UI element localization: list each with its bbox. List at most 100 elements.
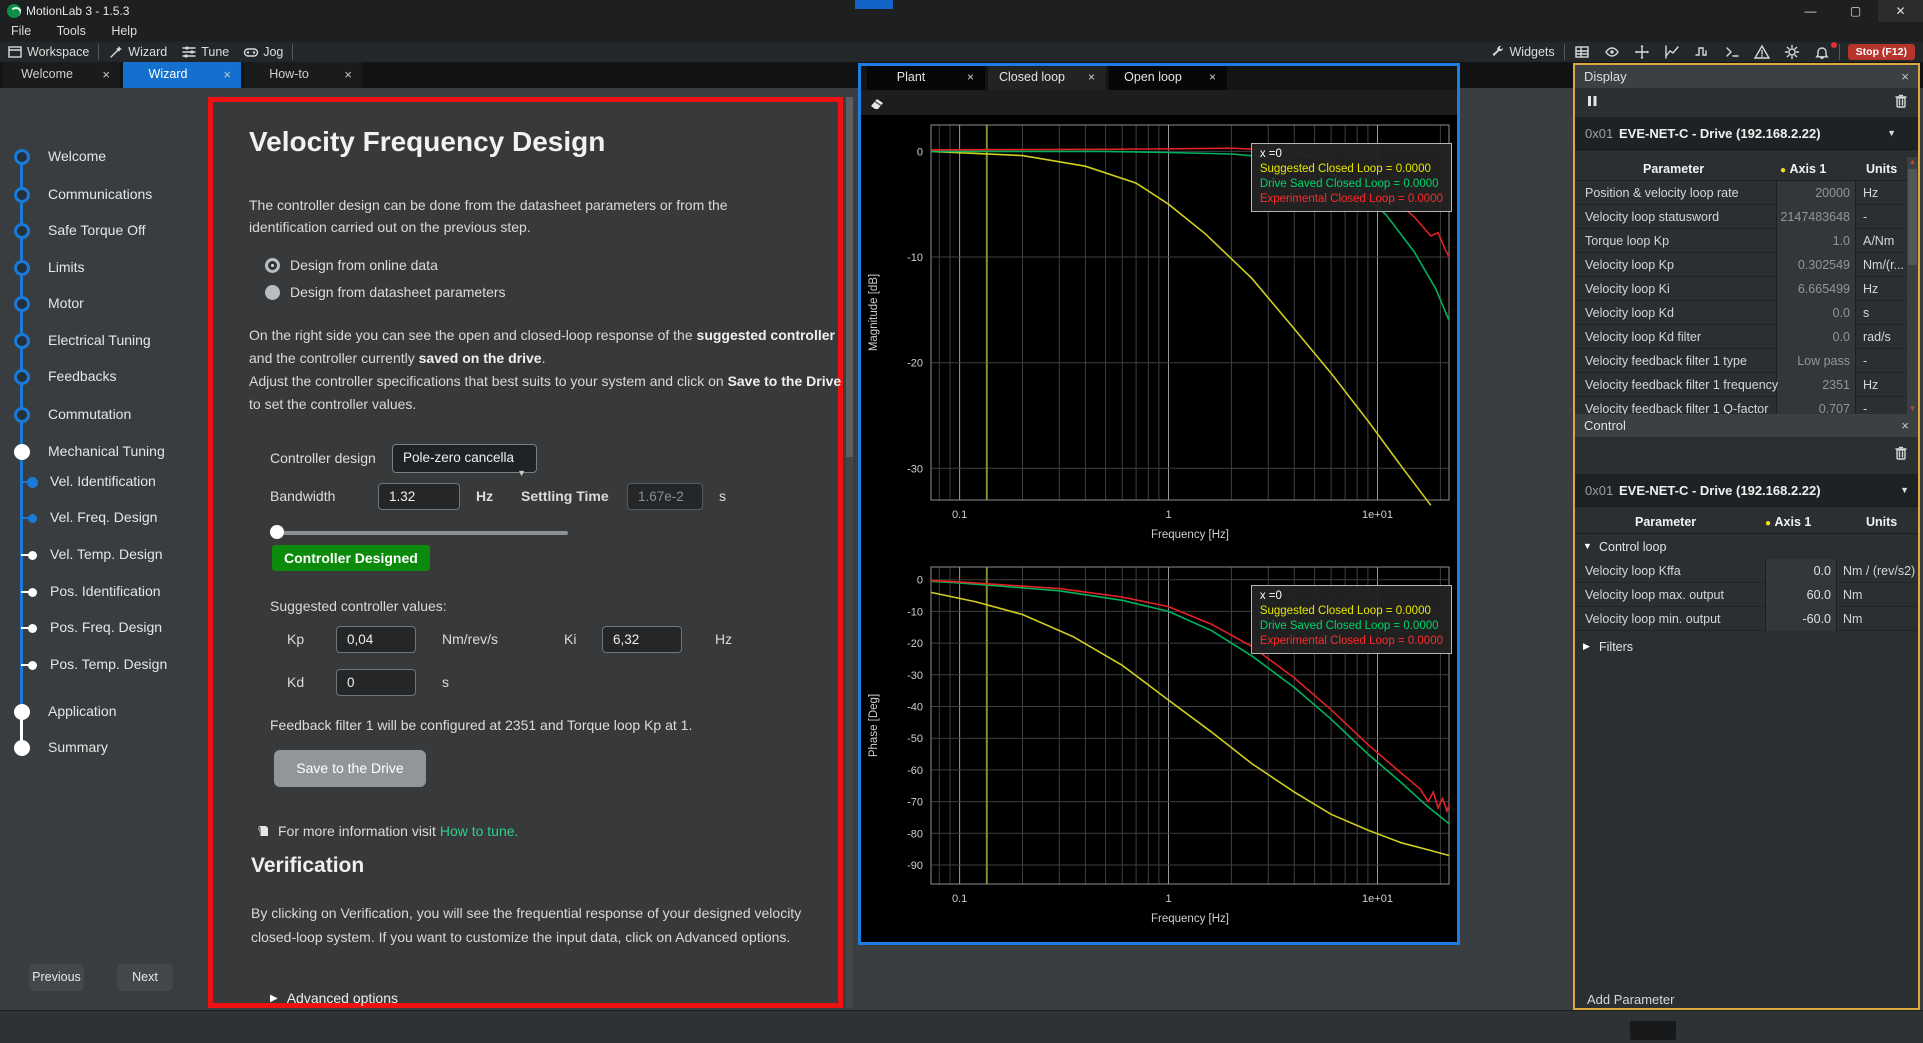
sidebar-item-motor[interactable]: Motor <box>48 295 84 311</box>
jog-icon <box>243 44 259 60</box>
close-button[interactable]: ✕ <box>1878 0 1923 22</box>
sidebar-item-pos-freq-design[interactable]: Pos. Freq. Design <box>50 619 162 635</box>
tab-close-icon[interactable]: × <box>1209 70 1216 84</box>
wave-icon[interactable] <box>1687 42 1717 62</box>
sidebar-item-vel-freq-design[interactable]: Vel. Freq. Design <box>50 509 157 525</box>
sidebar-item-vel-identification[interactable]: Vel. Identification <box>50 473 156 489</box>
sidebar-item-pos-identification[interactable]: Pos. Identification <box>50 583 161 599</box>
gear-icon[interactable] <box>1777 42 1807 62</box>
status-badge: Controller Designed <box>272 545 430 571</box>
page-title: Velocity Frequency Design <box>249 126 605 158</box>
sidebar-item-limits[interactable]: Limits <box>48 259 85 275</box>
slider-thumb[interactable] <box>270 525 284 539</box>
table-row[interactable]: Velocity loop min. output -60.0 Nm <box>1575 607 1918 631</box>
svg-text:-30: -30 <box>907 670 923 682</box>
wizard-button[interactable]: Wizard <box>101 42 174 62</box>
kd-input[interactable]: 0 <box>336 669 416 696</box>
stop-button[interactable]: Stop (F12) <box>1848 44 1915 60</box>
chart-icon[interactable] <box>1657 42 1687 62</box>
tab-close-icon[interactable]: × <box>1088 70 1095 84</box>
info-text: For more information visit <box>278 823 440 839</box>
table-row[interactable]: Velocity loop Kffa 0.0 Nm / (rev/s2) <box>1575 559 1918 583</box>
tab-close-icon[interactable]: × <box>967 70 974 84</box>
svg-text:-10: -10 <box>907 252 923 264</box>
bandwidth-slider[interactable] <box>270 525 568 539</box>
chart-tab-open-loop[interactable]: Open loop× <box>1109 66 1227 90</box>
jog-button[interactable]: Jog <box>236 42 290 62</box>
group-row-control-loop[interactable]: ▼Control loop <box>1575 535 1918 559</box>
step-dot <box>28 661 37 670</box>
motionlab-window: MotionLab 3 - 1.5.3 — ▢ ✕ File Tools Hel… <box>0 0 1923 1043</box>
sidebar-item-feedbacks[interactable]: Feedbacks <box>48 368 116 384</box>
tune-button[interactable]: Tune <box>174 42 236 62</box>
widgets-button[interactable]: Widgets <box>1483 42 1562 62</box>
save-to-drive-button[interactable]: Save to the Drive <box>274 750 426 787</box>
eraser-icon[interactable] <box>869 95 885 111</box>
settling-time-unit: s <box>719 488 726 504</box>
minimize-button[interactable]: — <box>1788 0 1833 22</box>
table-row[interactable]: Velocity loop max. output 60.0 Nm <box>1575 583 1918 607</box>
radio-datasheet[interactable]: Design from datasheet parameters <box>265 284 506 300</box>
how-to-tune-link[interactable]: How to tune. <box>440 823 519 839</box>
move-icon[interactable] <box>1627 42 1657 62</box>
legend-entry: Drive Saved Closed Loop = 0.0000 <box>1260 619 1443 634</box>
sidebar-item-communications[interactable]: Communications <box>48 186 152 202</box>
verification-text: By clicking on Verification, you will se… <box>251 902 826 950</box>
advanced-options-label: Advanced options <box>287 990 398 1006</box>
eye-icon[interactable] <box>1597 42 1627 62</box>
group-row-filters[interactable]: ▶Filters <box>1575 635 1918 659</box>
sidebar-item-summary[interactable]: Summary <box>48 739 108 755</box>
wizard-scrollbar-thumb[interactable] <box>846 97 853 457</box>
maximize-button[interactable]: ▢ <box>1833 0 1878 22</box>
step-dot <box>14 740 30 756</box>
sidebar-item-welcome[interactable]: Welcome <box>48 148 106 164</box>
workspace-button[interactable]: Workspace <box>0 42 96 62</box>
radio-online-data[interactable]: Design from online data <box>265 257 438 273</box>
kd-unit: s <box>442 674 449 690</box>
chart-tab-closed-loop[interactable]: Closed loop× <box>988 66 1106 90</box>
settling-time-input[interactable]: 1.67e-2 <box>627 483 703 510</box>
sidebar-item-safe-torque-off[interactable]: Safe Torque Off <box>48 222 146 238</box>
warning-icon[interactable] <box>1747 42 1777 62</box>
kp-input[interactable]: 0,04 <box>336 626 416 653</box>
step-dot <box>14 407 30 423</box>
wizard-scrollbar[interactable] <box>846 97 853 1008</box>
menu-file[interactable]: File <box>0 22 42 40</box>
bandwidth-input[interactable]: 1.32 <box>378 483 460 510</box>
tab-welcome[interactable]: Welcome× <box>2 62 120 88</box>
tab-close-icon[interactable]: × <box>344 67 352 82</box>
tab-close-icon[interactable]: × <box>223 67 231 82</box>
param-units: Nm <box>1843 588 1862 602</box>
terminal-icon[interactable] <box>1717 42 1747 62</box>
bandwidth-label: Bandwidth <box>270 488 335 504</box>
next-button[interactable]: Next <box>117 964 173 991</box>
sidebar-item-pos-temp-design[interactable]: Pos. Temp. Design <box>50 656 167 672</box>
svg-text:-10: -10 <box>907 606 923 618</box>
svg-text:Phase [Deg]: Phase [Deg] <box>868 694 880 757</box>
sidebar-item-vel-temp-design[interactable]: Vel. Temp. Design <box>50 546 163 562</box>
svg-text:1: 1 <box>1165 893 1171 905</box>
controller-design-label: Controller design <box>270 450 376 466</box>
controller-design-dropdown[interactable]: Pole-zero cancella ▼ <box>392 444 537 473</box>
table-icon[interactable] <box>1567 42 1597 62</box>
chart-tab-plant[interactable]: Plant× <box>867 66 985 90</box>
menu-help[interactable]: Help <box>100 22 148 40</box>
advanced-options-toggle[interactable]: ▶ Advanced options <box>270 990 398 1006</box>
sidebar-item-electrical-tuning[interactable]: Electrical Tuning <box>48 332 151 348</box>
bell-icon[interactable] <box>1807 42 1837 62</box>
ki-input[interactable]: 6,32 <box>602 626 682 653</box>
sidebar-item-mechanical-tuning[interactable]: Mechanical Tuning <box>48 443 165 459</box>
radio-datasheet-icon[interactable] <box>265 285 280 300</box>
previous-button[interactable]: Previous <box>29 964 84 991</box>
sidebar-item-application[interactable]: Application <box>48 703 117 719</box>
tab-close-icon[interactable]: × <box>102 67 110 82</box>
tab-wizard[interactable]: Wizard× <box>123 62 241 88</box>
radio-online-icon[interactable] <box>265 258 280 273</box>
tab-how-to[interactable]: How-to× <box>244 62 362 88</box>
slider-track[interactable] <box>270 531 568 535</box>
sidebar-item-commutation[interactable]: Commutation <box>48 406 131 422</box>
add-parameter-button[interactable]: Add Parameter <box>1587 992 1674 1007</box>
step-dot <box>14 223 30 239</box>
step-dot <box>14 444 30 460</box>
menu-tools[interactable]: Tools <box>46 22 97 40</box>
